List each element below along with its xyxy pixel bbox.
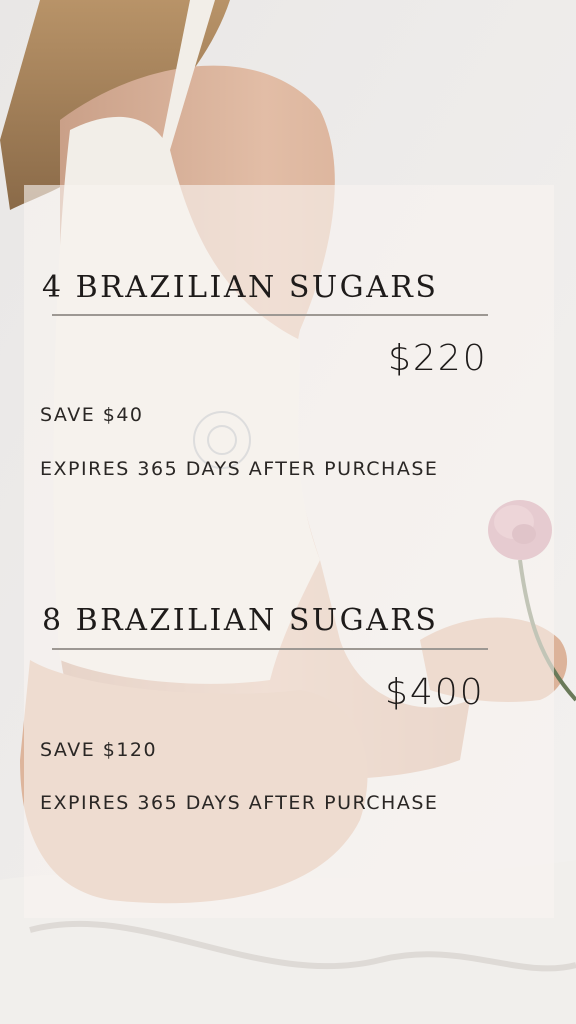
package-expires-2: EXPIRES 365 DAYS AFTER PURCHASE — [40, 792, 439, 814]
package-price-1: $220 — [388, 338, 488, 379]
package-price-2: $400 — [385, 672, 485, 713]
package-divider-1 — [52, 314, 488, 316]
package-divider-2 — [52, 648, 488, 650]
package-title-2: 8 BRAZILIAN SUGARS — [42, 603, 439, 638]
package-expires-1: EXPIRES 365 DAYS AFTER PURCHASE — [40, 458, 439, 480]
package-save-2: SAVE $120 — [40, 739, 158, 761]
package-title-1: 4 BRAZILIAN SUGARS — [42, 270, 439, 305]
package-save-1: SAVE $40 — [40, 404, 144, 426]
